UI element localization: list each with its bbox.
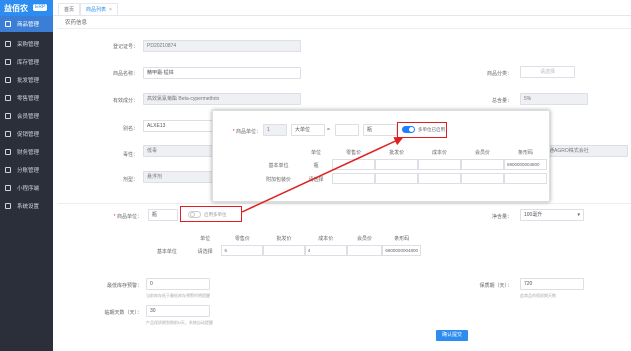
annotation-arrow-icon — [241, 137, 404, 213]
